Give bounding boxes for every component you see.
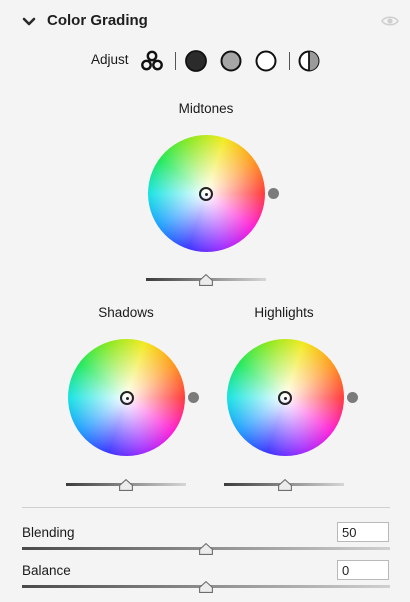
- dark-circle-icon: [185, 50, 207, 72]
- blending-value-input[interactable]: [337, 522, 389, 542]
- shadows-luminance-thumb[interactable]: [119, 479, 133, 491]
- mode-separator: [175, 52, 176, 70]
- highlights-side-dot[interactable]: [347, 392, 358, 403]
- blending-slider-thumb[interactable]: [199, 543, 213, 555]
- gray-circle-icon: [220, 50, 242, 72]
- shadows-wheel-handle[interactable]: [120, 391, 134, 405]
- highlights-wheel-handle[interactable]: [278, 391, 292, 405]
- adjust-label: Adjust: [91, 52, 129, 67]
- midtones-view-button[interactable]: [218, 48, 244, 74]
- collapse-chevron-icon[interactable]: [20, 13, 38, 31]
- section-divider: [22, 507, 390, 508]
- panel-title: Color Grading: [47, 12, 148, 29]
- shadows-view-button[interactable]: [183, 48, 209, 74]
- balance-label: Balance: [22, 563, 71, 578]
- blending-label: Blending: [22, 525, 75, 540]
- midtones-label: Midtones: [178, 101, 234, 116]
- shadows-side-dot[interactable]: [188, 392, 199, 403]
- global-view-button[interactable]: [296, 48, 322, 74]
- mode-separator: [289, 52, 290, 70]
- eye-visibility-icon[interactable]: [381, 14, 399, 28]
- midtones-wheel-handle[interactable]: [199, 187, 213, 201]
- highlights-view-button[interactable]: [253, 48, 279, 74]
- three-circles-icon: [141, 50, 163, 71]
- shadows-label: Shadows: [98, 305, 154, 320]
- midtones-side-dot[interactable]: [268, 188, 279, 199]
- highlights-label: Highlights: [254, 305, 314, 320]
- half-circle-icon: [298, 50, 320, 72]
- highlights-luminance-thumb[interactable]: [278, 479, 292, 491]
- white-circle-icon: [255, 50, 277, 72]
- three-way-view-button[interactable]: [139, 48, 165, 74]
- balance-slider-thumb[interactable]: [199, 581, 213, 593]
- balance-value-input[interactable]: [337, 560, 389, 580]
- midtones-luminance-thumb[interactable]: [199, 274, 213, 286]
